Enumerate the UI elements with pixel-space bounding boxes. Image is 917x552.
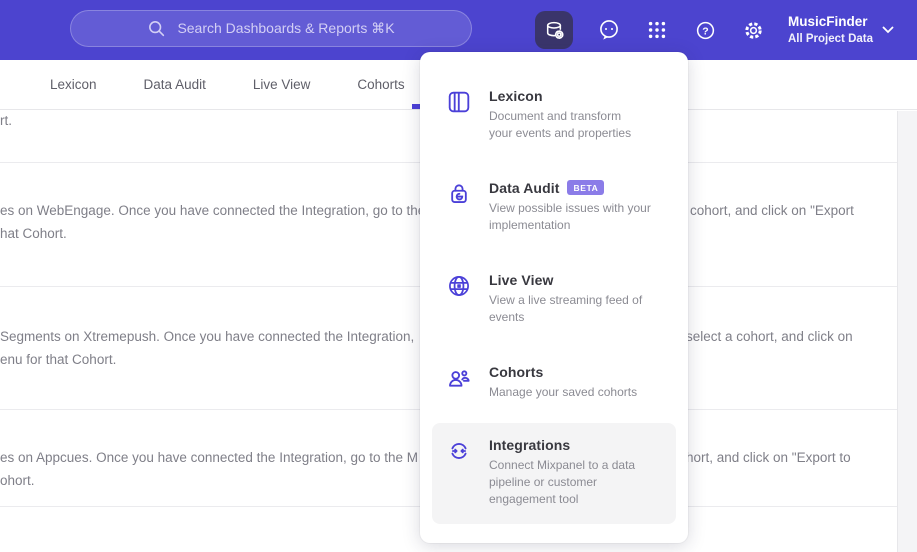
data-management-dropdown: Lexicon Document and transform your even… [420, 52, 688, 543]
help-glyph: ? [702, 25, 708, 37]
search-bar[interactable]: Search Dashboards & Reports ⌘K [70, 10, 472, 47]
cohorts-people-icon [446, 364, 472, 401]
menu-item-description: Document and transform your events and p… [489, 109, 632, 140]
chevron-down-icon[interactable] [882, 26, 894, 34]
data-audit-lock-icon [446, 180, 472, 234]
database-gear-icon [543, 19, 566, 42]
data-management-button[interactable] [535, 11, 573, 49]
tab-data-audit[interactable]: Data Audit [144, 77, 206, 92]
row-text-fragment: rt. [0, 113, 12, 128]
row-text-fragment: Segments on Xtremepush. Once you have co… [0, 329, 415, 367]
integrations-sync-icon [446, 437, 472, 508]
grid-icon [646, 19, 668, 41]
menu-item-title: Live View [489, 272, 554, 288]
menu-item-description: View a live streaming feed of events [489, 293, 643, 324]
menu-item-title: Integrations [489, 437, 571, 453]
tab-live-view[interactable]: Live View [253, 77, 311, 92]
chat-smiley-icon [597, 18, 621, 42]
project-switcher[interactable]: MusicFinder All Project Data [788, 14, 874, 46]
row-text-fragment: hort, and click on "Export to [686, 450, 851, 465]
menu-item-description: View possible issues with your implement… [489, 201, 651, 232]
apps-grid-button[interactable] [645, 18, 669, 42]
menu-item-data-audit[interactable]: Data Audit BETA View possible issues with… [432, 170, 676, 234]
project-name: MusicFinder [788, 13, 868, 29]
scrollbar-track[interactable] [897, 111, 917, 552]
search-placeholder: Search Dashboards & Reports ⌘K [177, 20, 395, 36]
feedback-button[interactable] [597, 18, 621, 42]
row-text-fragment: select a cohort, and click on [686, 329, 853, 344]
live-view-globe-icon [446, 272, 472, 326]
menu-item-title: Cohorts [489, 364, 544, 380]
top-header: Search Dashboards & Reports ⌘K ? MusicFi… [0, 0, 917, 60]
row-text-fragment: cohort, and click on "Export [690, 203, 854, 218]
gear-icon [742, 19, 765, 42]
menu-item-title: Data Audit [489, 180, 560, 196]
menu-item-title: Lexicon [489, 88, 543, 104]
menu-item-description: Manage your saved cohorts [489, 385, 638, 399]
beta-badge: BETA [567, 180, 605, 195]
menu-item-integrations[interactable]: Integrations Connect Mixpanel to a data … [432, 423, 676, 524]
help-icon: ? [694, 19, 717, 42]
row-text-fragment: es on WebEngage. Once you have connected… [0, 203, 426, 241]
lexicon-book-icon [446, 88, 472, 142]
menu-item-live-view[interactable]: Live View View a live streaming feed of … [432, 262, 676, 326]
menu-item-lexicon[interactable]: Lexicon Document and transform your even… [432, 78, 676, 142]
menu-item-cohorts[interactable]: Cohorts Manage your saved cohorts [432, 354, 676, 401]
tab-lexicon[interactable]: Lexicon [50, 77, 97, 92]
search-icon [147, 19, 166, 38]
tab-cohorts[interactable]: Cohorts [357, 77, 404, 92]
settings-button[interactable] [741, 18, 765, 42]
menu-item-description: Connect Mixpanel to a data pipeline or c… [489, 458, 636, 506]
row-text-fragment: es on Appcues. Once you have connected t… [0, 450, 419, 488]
help-button[interactable]: ? [693, 18, 717, 42]
project-scope: All Project Data [788, 32, 873, 45]
